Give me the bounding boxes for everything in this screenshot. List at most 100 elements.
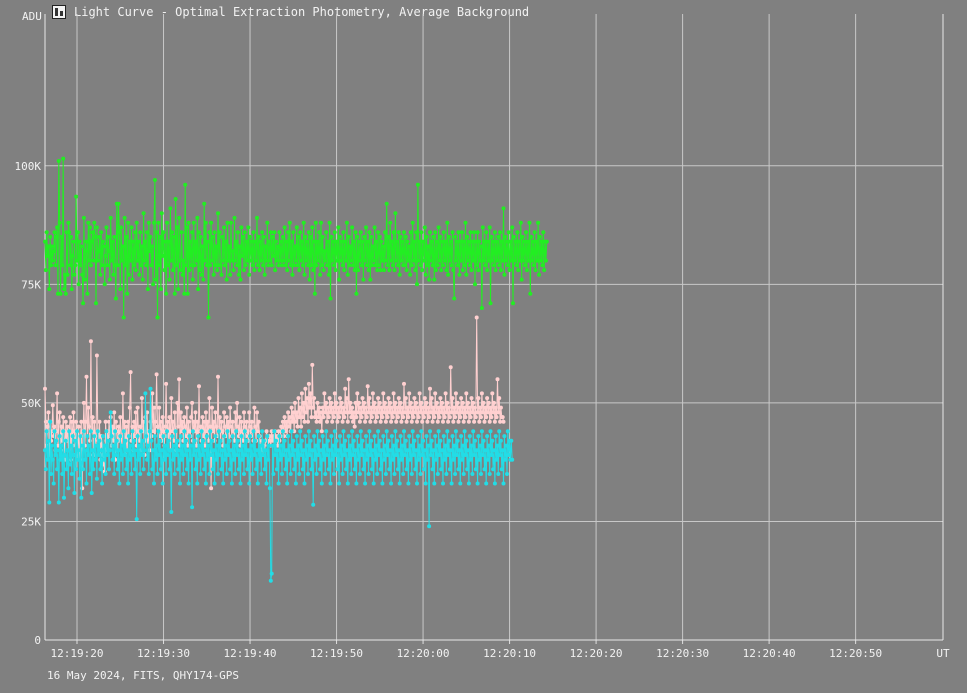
data-point bbox=[127, 405, 132, 410]
data-point bbox=[191, 419, 196, 424]
data-point bbox=[197, 384, 201, 389]
data-point bbox=[429, 239, 434, 244]
data-point bbox=[161, 230, 166, 235]
data-point bbox=[463, 415, 468, 420]
data-point bbox=[345, 272, 350, 277]
data-point bbox=[212, 230, 217, 235]
data-point bbox=[348, 443, 353, 448]
data-point bbox=[166, 239, 171, 244]
data-point bbox=[322, 249, 327, 254]
x-tick-label: 12:20:40 bbox=[743, 647, 796, 660]
data-point bbox=[434, 443, 439, 448]
data-point bbox=[365, 239, 370, 244]
x-tick-label: 12:19:50 bbox=[310, 647, 363, 660]
data-point bbox=[507, 268, 512, 273]
data-point bbox=[164, 291, 169, 296]
data-point bbox=[83, 249, 88, 254]
data-point bbox=[76, 282, 81, 287]
data-point bbox=[451, 457, 456, 462]
data-point bbox=[277, 230, 282, 235]
data-point bbox=[421, 467, 426, 472]
data-point bbox=[175, 438, 180, 443]
x-tick-label: 12:20:00 bbox=[397, 647, 450, 660]
data-point bbox=[247, 272, 252, 277]
data-point bbox=[305, 443, 310, 448]
data-point bbox=[306, 419, 310, 424]
data-point bbox=[344, 396, 349, 401]
data-point bbox=[326, 272, 331, 277]
data-point bbox=[475, 410, 480, 415]
data-point bbox=[509, 438, 514, 443]
data-point bbox=[256, 234, 261, 239]
data-point bbox=[272, 230, 277, 235]
data-point bbox=[420, 453, 425, 457]
data-point bbox=[155, 315, 160, 320]
data-point bbox=[383, 258, 388, 263]
data-point bbox=[385, 263, 390, 268]
data-point bbox=[481, 258, 486, 263]
data-point bbox=[240, 457, 245, 462]
data-point bbox=[306, 230, 311, 235]
data-point bbox=[333, 410, 338, 415]
data-point bbox=[62, 287, 66, 292]
data-point bbox=[538, 258, 543, 263]
data-point bbox=[440, 400, 445, 405]
data-point bbox=[148, 386, 153, 391]
data-point bbox=[71, 453, 76, 457]
data-point bbox=[132, 419, 137, 424]
data-point bbox=[274, 438, 278, 443]
data-point bbox=[165, 453, 170, 457]
data-point bbox=[299, 438, 304, 443]
data-point bbox=[220, 234, 225, 239]
data-point bbox=[80, 272, 85, 277]
data-point bbox=[61, 156, 66, 161]
data-point bbox=[81, 400, 86, 405]
data-point bbox=[184, 405, 189, 410]
data-point bbox=[447, 438, 451, 443]
data-point bbox=[319, 448, 323, 453]
data-point bbox=[222, 225, 227, 230]
data-point bbox=[306, 429, 311, 434]
data-point bbox=[459, 434, 464, 439]
data-point bbox=[412, 396, 417, 401]
data-point bbox=[299, 453, 304, 457]
data-point bbox=[355, 434, 360, 439]
data-point bbox=[233, 258, 238, 263]
data-point bbox=[264, 429, 269, 434]
data-point bbox=[73, 438, 78, 443]
data-point bbox=[162, 457, 167, 462]
data-point bbox=[448, 365, 453, 370]
data-point bbox=[66, 220, 71, 225]
data-point bbox=[331, 405, 336, 410]
data-point bbox=[72, 491, 77, 495]
data-point bbox=[274, 467, 279, 472]
data-point bbox=[488, 301, 493, 306]
data-point bbox=[65, 448, 70, 453]
data-point bbox=[141, 467, 146, 472]
data-point bbox=[169, 396, 174, 401]
data-point bbox=[330, 258, 335, 263]
data-point bbox=[239, 419, 244, 424]
data-point bbox=[293, 258, 298, 263]
data-point bbox=[47, 500, 52, 505]
data-point bbox=[150, 467, 155, 472]
data-point bbox=[94, 225, 99, 230]
data-point bbox=[86, 405, 91, 410]
data-point bbox=[370, 391, 375, 396]
data-point bbox=[200, 453, 205, 457]
data-point bbox=[446, 419, 451, 424]
data-point bbox=[462, 263, 467, 268]
data-point bbox=[287, 415, 292, 420]
data-point bbox=[167, 277, 172, 282]
data-point bbox=[152, 481, 156, 486]
data-point bbox=[384, 201, 389, 206]
data-point bbox=[252, 453, 257, 457]
data-point bbox=[436, 429, 441, 434]
data-point bbox=[426, 405, 431, 410]
data-point bbox=[342, 268, 347, 273]
data-point bbox=[308, 234, 313, 239]
data-point bbox=[128, 258, 133, 263]
data-point bbox=[243, 263, 248, 268]
data-point bbox=[481, 400, 486, 405]
data-point bbox=[369, 405, 374, 410]
